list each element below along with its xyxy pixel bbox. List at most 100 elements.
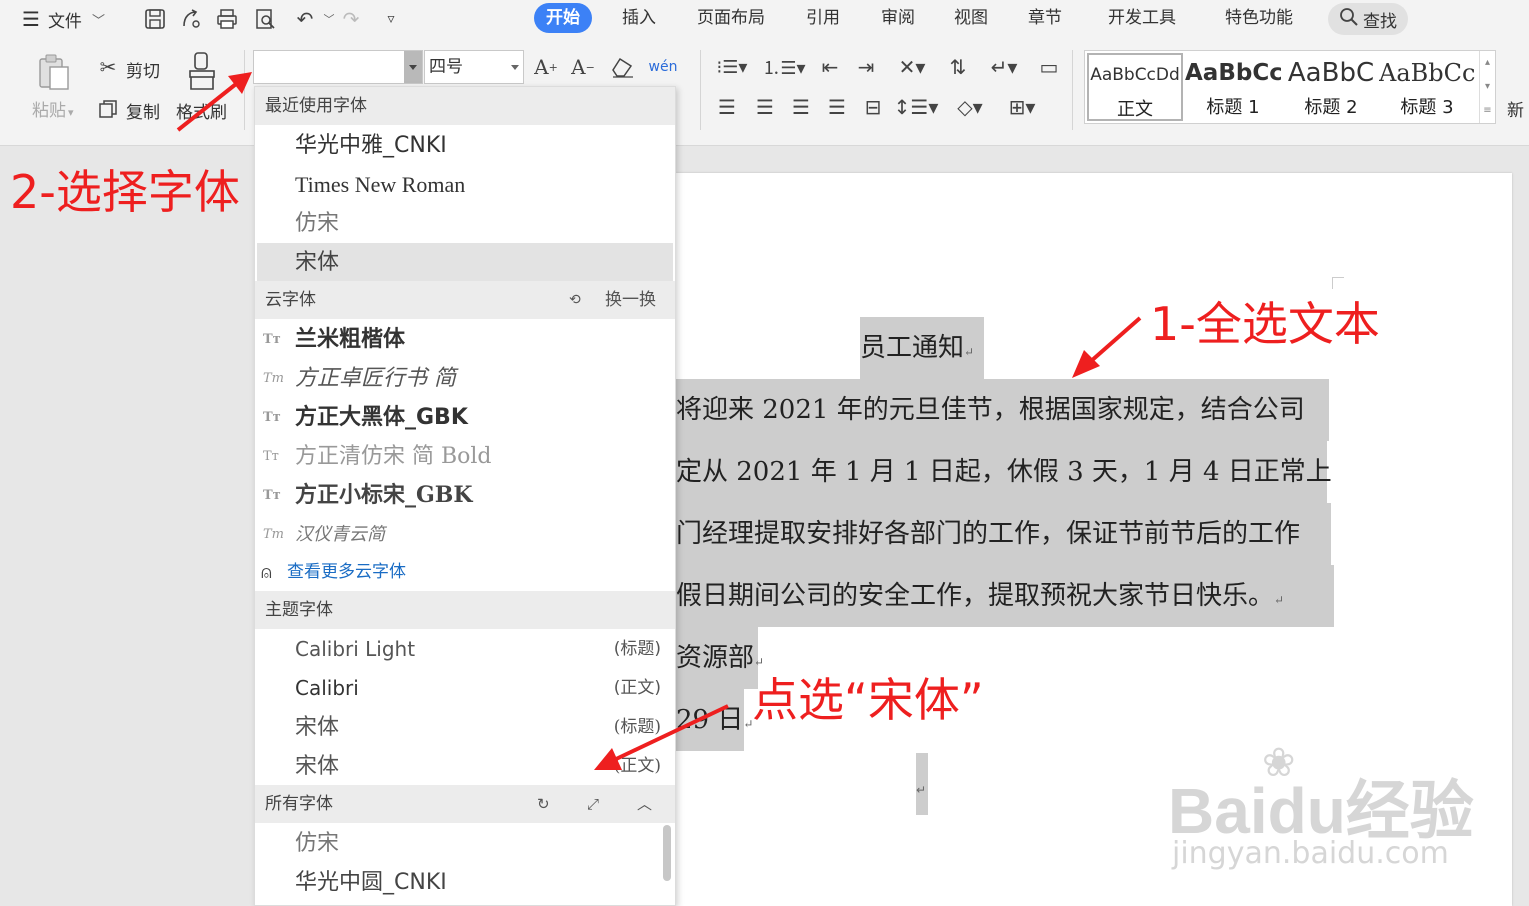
cut-button[interactable]: 剪切 — [126, 57, 160, 82]
refresh-icon[interactable]: ↻ — [537, 785, 550, 823]
annotation-step-1: 1-全选文本 — [1150, 297, 1380, 351]
output-pdf-icon[interactable] — [178, 6, 204, 32]
search-button[interactable]: 查找 — [1328, 3, 1408, 35]
line-spacing-icon[interactable]: ↕☰▾ — [894, 94, 939, 120]
scissors-icon[interactable]: ✂ — [96, 54, 120, 80]
cloud-font-item[interactable]: Tт 兰米粗楷体 — [255, 320, 675, 359]
document-line[interactable]: 29 日↵ — [676, 689, 753, 751]
font-item-tag: (正文) — [613, 756, 661, 776]
font-item-label: Calibri — [295, 676, 359, 700]
chinese-layout-icon[interactable]: ✕▾ — [892, 54, 932, 80]
cloud-font-item[interactable]: Tт 方正卓匠行书 简 — [255, 359, 675, 398]
style-sample: AaBbC — [1287, 58, 1375, 88]
sort-icon[interactable]: ⇅ — [944, 54, 972, 80]
style-label: 标题 1 — [1206, 97, 1260, 118]
shrink-font-icon[interactable]: A − — [570, 52, 596, 82]
tab-references[interactable]: 引用 — [806, 3, 840, 33]
redo-icon[interactable]: ↷ — [338, 6, 364, 32]
style-sample: AaBbCcI — [1379, 59, 1475, 87]
style-label: 正文 — [1117, 99, 1153, 120]
theme-font-item[interactable]: Calibri Light (标题) — [255, 630, 675, 669]
table-grid-icon[interactable]: ▭ — [1034, 54, 1064, 80]
align-right-icon[interactable]: ☰ — [786, 94, 816, 120]
print-preview-icon[interactable] — [252, 6, 278, 32]
tab-insert[interactable]: 插入 — [622, 3, 656, 33]
copy-icon[interactable] — [96, 96, 120, 122]
cloud-font-item[interactable]: Tт 方正清仿宋 简 Bold — [255, 437, 675, 476]
document-line[interactable]: 门经理提取安排好各部门的工作，保证节前节后的工作 — [676, 503, 1331, 565]
document-line[interactable]: 定从 2021 年 1 月 1 日起，休假 3 天，1 月 4 日正常上 — [676, 441, 1332, 503]
format-painter-icon[interactable] — [186, 50, 218, 92]
show-marks-icon[interactable]: ↵▾ — [984, 54, 1024, 80]
grow-font-icon[interactable]: A + — [533, 52, 559, 82]
bullets-icon[interactable]: ⁝☰▾ — [712, 54, 752, 80]
refresh-icon[interactable]: ⟲ — [569, 281, 581, 319]
theme-font-item[interactable]: 宋体 (标题) — [255, 708, 675, 747]
print-icon[interactable] — [214, 6, 240, 32]
align-center-icon[interactable]: ☰ — [750, 94, 780, 120]
font-item[interactable]: 仿宋 — [255, 204, 675, 243]
save-icon[interactable] — [142, 6, 168, 32]
cloud-font-item[interactable]: Tт 汉仪青云简 — [255, 515, 675, 554]
clear-format-icon[interactable] — [608, 52, 638, 82]
more-cloud-fonts-label: 查看更多云字体 — [287, 562, 406, 582]
paste-icon[interactable] — [34, 52, 74, 92]
document-title[interactable]: 员工通知↵ — [860, 317, 984, 379]
pinyin-guide-icon[interactable]: wén — [648, 52, 678, 82]
tab-view[interactable]: 视图 — [954, 3, 988, 33]
styles-gallery: AaBbCcDd 正文 AaBbCc 标题 1 AaBbC 标题 2 AaBbC… — [1084, 50, 1496, 124]
font-item[interactable]: 仿宋 — [255, 824, 675, 863]
chevron-up-icon[interactable]: ︿ — [637, 785, 652, 823]
watermark-url: jingyan.baidu.com — [1172, 836, 1449, 871]
customize-toolbar-icon[interactable]: ▿ — [378, 6, 404, 32]
decrease-indent-icon[interactable]: ⇤ — [816, 54, 844, 80]
theme-font-item[interactable]: Calibri (正文) — [255, 669, 675, 708]
font-size-box[interactable]: 四号 — [424, 50, 524, 84]
align-left-icon[interactable]: ☰ — [712, 94, 742, 120]
paste-button[interactable]: 粘贴 ▾ — [32, 96, 74, 121]
file-menu[interactable]: ☰ 文件 ﹀ — [22, 0, 105, 38]
tab-special-features[interactable]: 特色功能 — [1225, 3, 1293, 33]
font-item-tag: (标题) — [613, 639, 661, 659]
tab-page-layout[interactable]: 页面布局 — [697, 3, 765, 33]
format-painter-button[interactable]: 格式刷 — [176, 98, 227, 123]
font-item[interactable]: Times New Roman — [255, 165, 675, 204]
chevron-down-icon: ﹀ — [91, 13, 105, 29]
cloud-fonts-title: 云字体 — [265, 290, 316, 310]
document-line[interactable]: 假日期间公司的安全工作，提取预祝大家节日快乐。↵ — [676, 565, 1334, 627]
font-item[interactable]: 华光中圆_CNKI — [255, 863, 675, 902]
document-line[interactable]: 将迎来 2021 年的元旦佳节，根据国家规定，结合公司 — [676, 379, 1329, 441]
distribute-icon[interactable]: ⊟ — [858, 94, 888, 120]
style-heading-1[interactable]: AaBbCc 标题 1 — [1185, 53, 1281, 121]
new-style-button[interactable]: 新 — [1507, 96, 1524, 121]
cloud-font-item[interactable]: Tт 方正大黑体_GBK — [255, 398, 675, 437]
style-normal[interactable]: AaBbCcDd 正文 — [1087, 53, 1183, 121]
tab-sections[interactable]: 章节 — [1028, 3, 1062, 33]
justify-icon[interactable]: ☰ — [822, 94, 852, 120]
theme-font-item[interactable]: 宋体 (正文) — [255, 747, 675, 786]
increase-indent-icon[interactable]: ⇥ — [852, 54, 880, 80]
font-dropdown-toggle[interactable] — [404, 51, 422, 83]
undo-icon[interactable]: ↶ — [292, 6, 318, 32]
shuffle-button[interactable]: 换一换 — [605, 281, 656, 319]
font-item-selected[interactable]: 宋体 — [257, 243, 673, 282]
font-item[interactable]: 华光中雅_CNKI — [255, 126, 675, 165]
style-heading-3[interactable]: AaBbCcI 标题 3 — [1379, 53, 1475, 121]
cloud-font-item[interactable]: Tт 方正小标宋_GBK — [255, 476, 675, 515]
style-heading-2[interactable]: AaBbC 标题 2 — [1283, 53, 1379, 121]
document-line[interactable]: 资源部↵ — [676, 627, 764, 689]
borders-icon[interactable]: ⊞▾ — [1000, 94, 1044, 120]
dropdown-scrollbar[interactable] — [663, 825, 671, 881]
font-name-box[interactable] — [253, 50, 423, 84]
tab-review[interactable]: 审阅 — [881, 3, 915, 33]
shading-icon[interactable]: ◇▾ — [950, 94, 990, 120]
document-line-text: 资源部 — [676, 643, 755, 673]
expand-icon[interactable]: ⤢ — [587, 785, 599, 823]
numbering-icon[interactable]: ⒈☰▾ — [762, 54, 805, 80]
styles-scroll[interactable]: ▴ ▾ ≡ — [1479, 51, 1495, 123]
copy-button[interactable]: 复制 — [126, 98, 160, 123]
tab-home[interactable]: 开始 — [534, 3, 592, 33]
tab-developer[interactable]: 开发工具 — [1108, 3, 1176, 33]
more-cloud-fonts-link[interactable]: ⍝ 查看更多云字体 — [255, 553, 675, 592]
lock-icon: ⍝ — [261, 562, 272, 583]
